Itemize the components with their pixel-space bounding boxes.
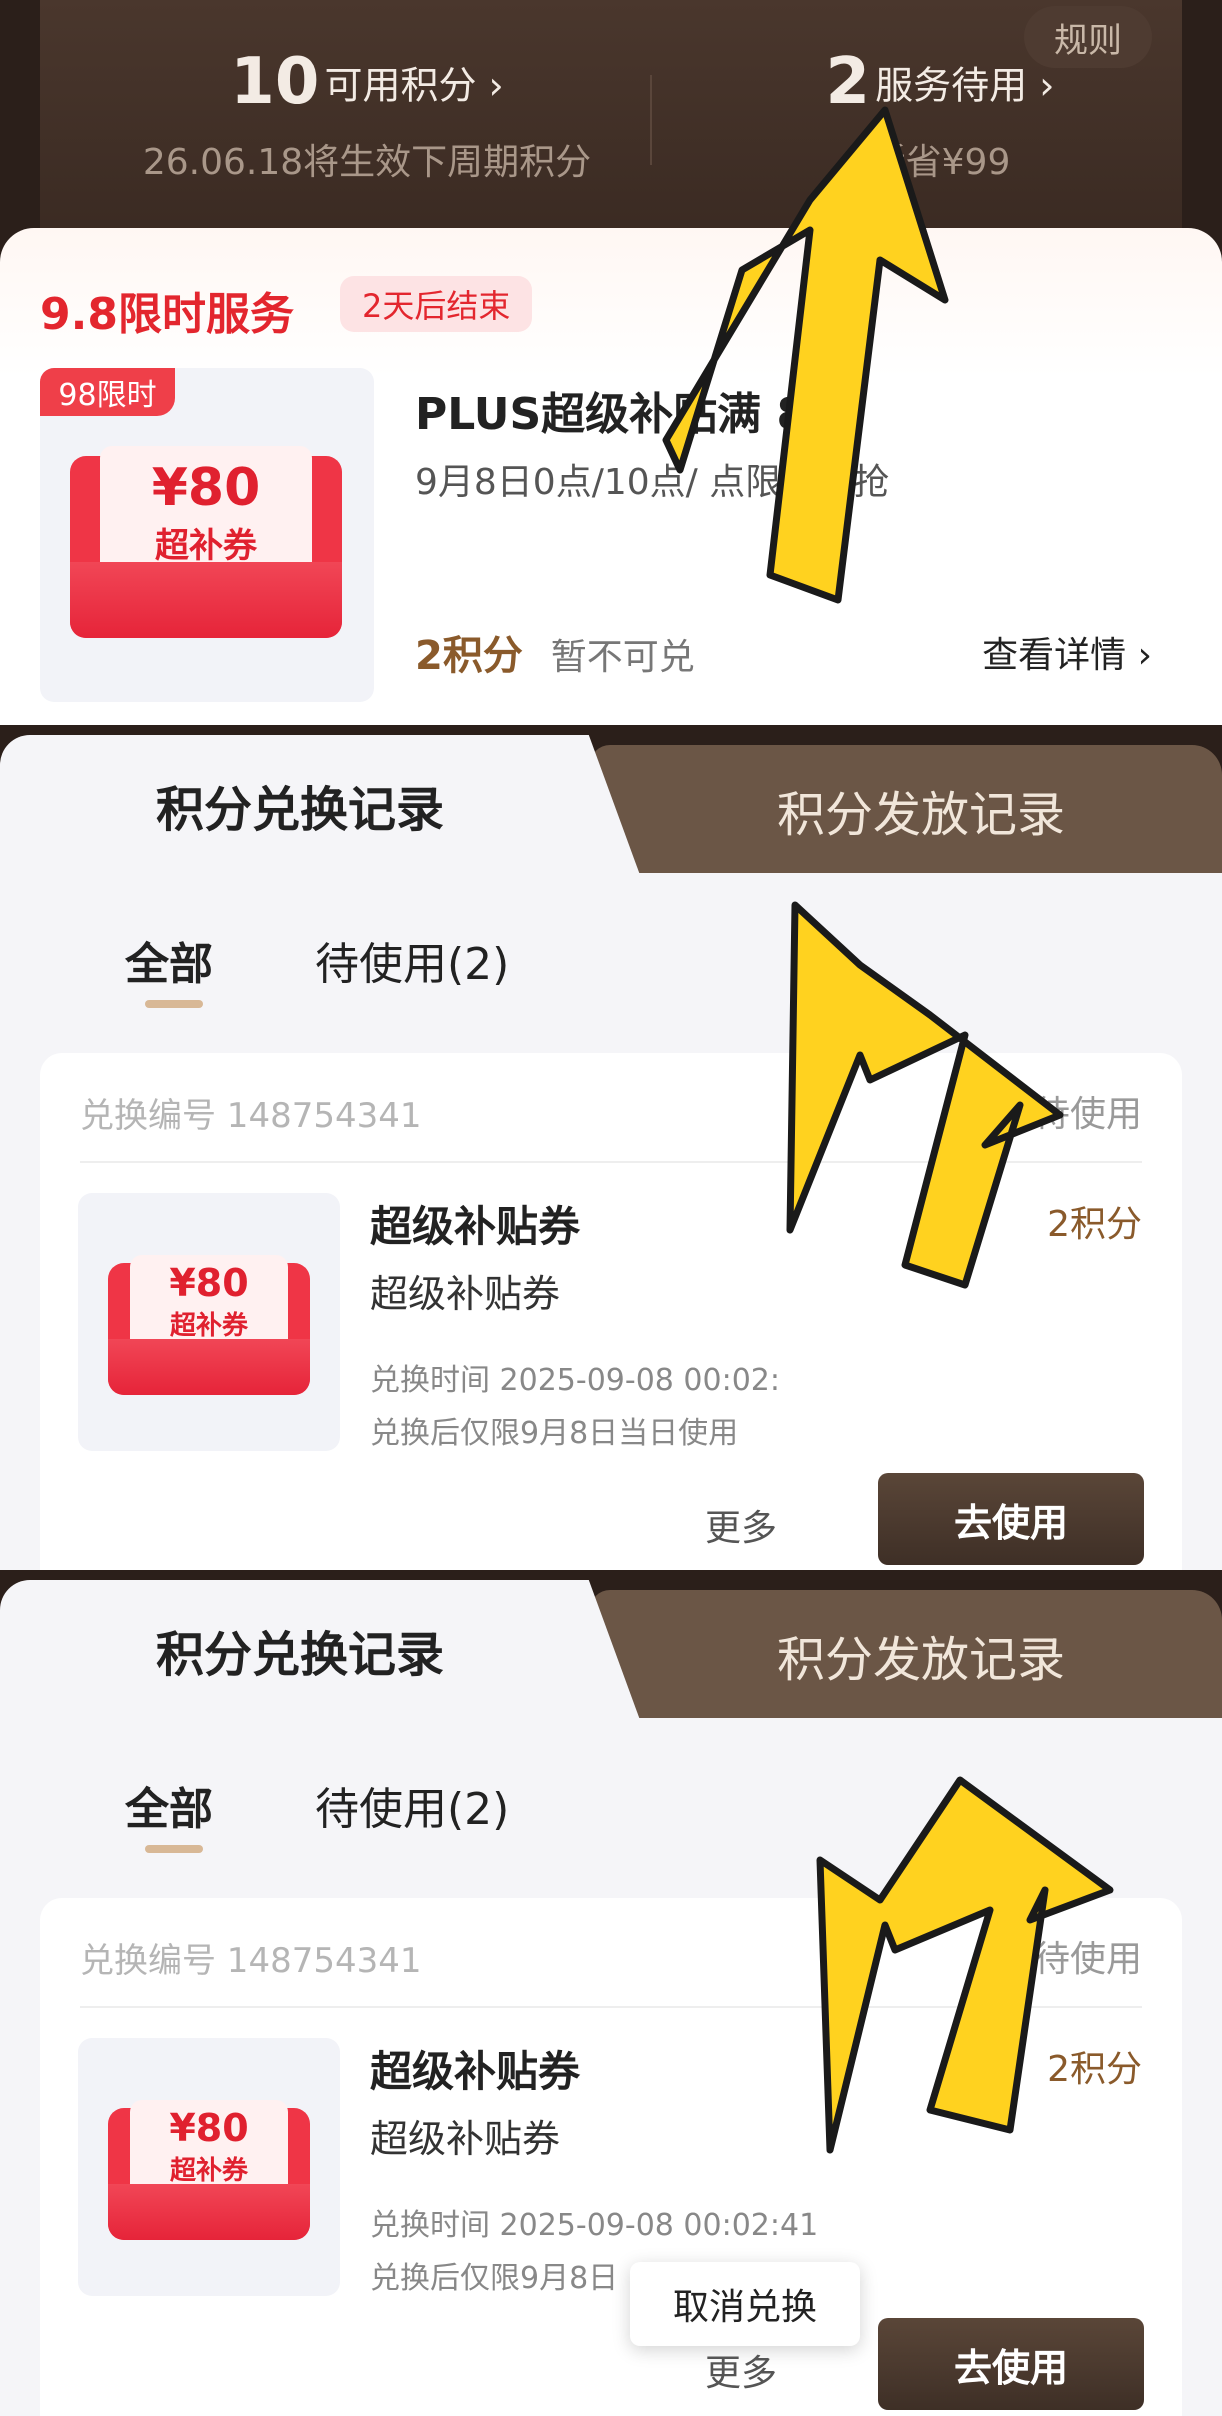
coupon-subname: 超级补贴券	[370, 2117, 561, 2161]
red-envelope-icon: ¥80 超补券	[108, 2100, 310, 2240]
coupon-value: ¥80	[169, 1261, 249, 1305]
points-cost: 2积分	[1047, 2049, 1142, 2090]
coupon-subname: 超级补贴券	[370, 1272, 561, 1316]
order-number: 兑换编号 148754341	[80, 1096, 422, 1136]
services-label: 服务待用 ›	[875, 63, 1055, 108]
usage-limit: 兑换后仅限9月8日	[370, 2261, 619, 2296]
red-envelope-icon: ¥80 超补券	[70, 446, 342, 638]
points-summary-bar: 规则 10 可用积分 › 26.06.18将生效下周期积分 2 服务待用 › 近…	[40, 0, 1182, 240]
offer-name: PLUS超级补贴满 80	[415, 389, 838, 440]
record-tabs: 积分发放记录 积分兑换记录	[0, 1570, 1222, 1720]
filter-all[interactable]: 全部	[125, 1773, 213, 1837]
filter-all[interactable]: 全部	[125, 928, 213, 992]
offer-title: 9.8限时服务	[40, 289, 294, 340]
available-points[interactable]: 10 可用积分 › 26.06.18将生效下周期积分	[132, 45, 602, 185]
status-badge: 待使用	[1033, 1939, 1142, 1980]
tab-exchange-records[interactable]: 积分兑换记录	[0, 735, 640, 875]
filter-pending[interactable]: 待使用(2)	[315, 1773, 509, 1837]
record-tabs: 积分发放记录 积分兑换记录	[0, 725, 1222, 875]
record-body: 全部 待使用(2) 兑换编号 148754341 待使用 ¥80 超补券 超级补…	[0, 1718, 1222, 2416]
exchange-time: 兑换时间 2025-09-08 00:02:41	[370, 2208, 819, 2243]
coupon-value: ¥80	[151, 458, 261, 518]
offer-coupon-image[interactable]: 98限时 ¥80 超补券	[40, 368, 374, 702]
record-card[interactable]: 兑换编号 148754341 待使用 ¥80 超补券 超级补贴券 超级补贴券 2…	[40, 1053, 1182, 1570]
offer-cost-value: 2积分	[415, 633, 523, 679]
coupon-image: ¥80 超补券	[78, 2038, 340, 2296]
tab-exchange-records[interactable]: 积分兑换记录	[0, 1580, 640, 1720]
active-underline	[145, 1845, 203, 1853]
offer-description: 9月8日0点/10点/ 点限量开抢	[415, 462, 890, 503]
record-body: 全部 待使用(2) 兑换编号 148754341 待使用 ¥80 超补券 超级补…	[0, 873, 1222, 1570]
status-badge: 待使用	[1033, 1094, 1142, 1135]
exchange-record-frame-2: 积分发放记录 积分兑换记录 全部 待使用(2) 兑换编号 148754341 待…	[0, 1570, 1222, 2416]
divider	[80, 1161, 1142, 1163]
tab-issue-records[interactable]: 积分发放记录	[590, 745, 1222, 875]
red-envelope-icon: ¥80 超补券	[108, 1255, 310, 1395]
view-details-link[interactable]: 查看详情 ›	[982, 626, 1152, 678]
usage-limit: 兑换后仅限9月8日当日使用	[370, 1416, 739, 1451]
more-button[interactable]: 更多	[705, 1499, 777, 1551]
limited-offer-card: 9.8限时服务 2天后结束 98限时 ¥80 超补券 PLUS超级补贴满 80 …	[0, 228, 1222, 725]
offer-countdown-badge: 2天后结束	[340, 276, 533, 332]
cancel-exchange-menu-item[interactable]: 取消兑换	[630, 2262, 860, 2346]
divider	[80, 2006, 1142, 2008]
points-header-frame: 规则 10 可用积分 › 26.06.18将生效下周期积分 2 服务待用 › 近…	[0, 0, 1222, 725]
active-underline	[145, 1000, 203, 1008]
offer-cost: 2积分 暂不可兑	[415, 623, 695, 681]
coupon-image: ¥80 超补券	[78, 1193, 340, 1451]
services-pending[interactable]: 2 服务待用 › 近省¥99	[730, 45, 1150, 185]
filter-pending[interactable]: 待使用(2)	[315, 928, 509, 992]
use-button[interactable]: 去使用	[878, 1473, 1144, 1565]
services-value: 2	[825, 45, 871, 119]
coupon-label: 超补券	[169, 2156, 248, 2186]
coupon-name: 超级补贴券	[370, 2047, 581, 2096]
services-savings: 近省¥99	[869, 142, 1011, 183]
offer-cost-note: 暂不可兑	[550, 637, 695, 678]
points-value: 10	[230, 45, 320, 119]
points-label: 可用积分 ›	[324, 63, 504, 108]
coupon-value: ¥80	[169, 2106, 249, 2150]
coupon-label: 超补券	[169, 1311, 248, 1341]
points-next-cycle: 26.06.18将生效下周期积分	[142, 142, 592, 183]
order-number: 兑换编号 148754341	[80, 1941, 422, 1981]
exchange-time: 兑换时间 2025-09-08 00:02:	[370, 1363, 780, 1398]
exchange-record-frame-1: 积分发放记录 积分兑换记录 全部 待使用(2) 兑换编号 148754341 待…	[0, 725, 1222, 1570]
tab-issue-records[interactable]: 积分发放记录	[590, 1590, 1222, 1720]
record-card[interactable]: 兑换编号 148754341 待使用 ¥80 超补券 超级补贴券 超级补贴券 2…	[40, 1898, 1182, 2416]
points-cost: 2积分	[1047, 1204, 1142, 1245]
limit-tag: 98限时	[40, 368, 175, 416]
divider	[650, 75, 652, 165]
use-button[interactable]: 去使用	[878, 2318, 1144, 2410]
more-button[interactable]: 更多	[705, 2344, 777, 2396]
coupon-label: 超补券	[155, 526, 257, 566]
coupon-name: 超级补贴券	[370, 1202, 581, 1251]
